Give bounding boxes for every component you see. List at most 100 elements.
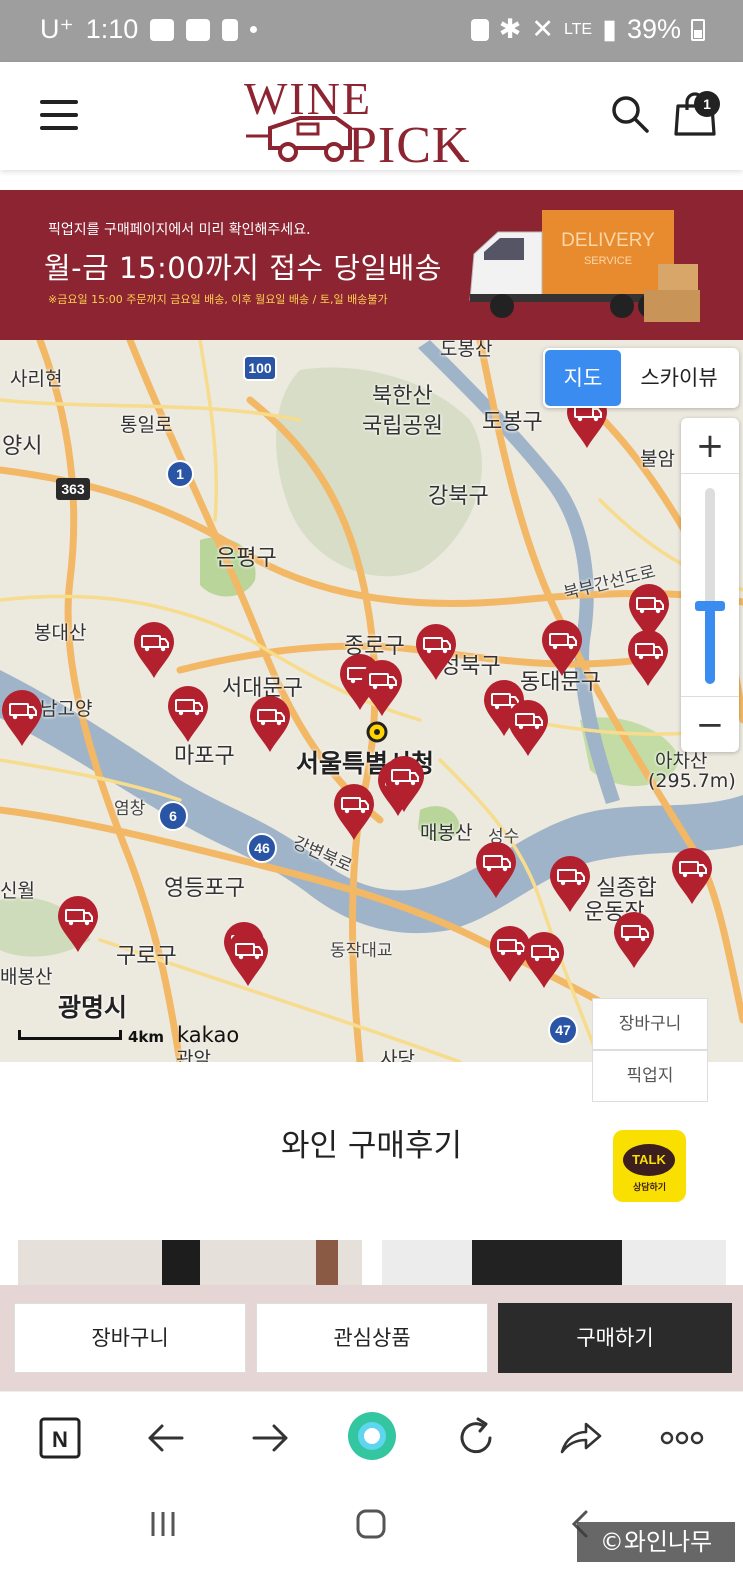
- zoom-in-button[interactable]: +: [681, 418, 739, 474]
- talk-icon: [150, 18, 175, 41]
- pickup-location-pin[interactable]: [548, 854, 592, 914]
- notification-icon: [222, 18, 239, 41]
- clock: 1:10: [85, 14, 139, 44]
- zoom-control: + −: [681, 418, 739, 752]
- status-right: ✱ ✕ LTE ▮ 39%: [470, 14, 705, 45]
- pickup-location-pin[interactable]: [0, 688, 44, 748]
- buy-now-button[interactable]: 구매하기: [498, 1303, 732, 1373]
- kakao-logo[interactable]: kakao: [177, 1023, 239, 1047]
- zoom-slider-handle[interactable]: [695, 601, 725, 611]
- reload-icon[interactable]: [452, 1414, 500, 1462]
- search-icon[interactable]: [610, 94, 650, 134]
- svg-text:100: 100: [248, 360, 272, 376]
- side-pickup-link[interactable]: 픽업지: [592, 1050, 708, 1102]
- pickup-location-pin[interactable]: [540, 618, 584, 678]
- wine-pick-logo[interactable]: WINE PICK: [240, 70, 504, 166]
- review-thumbnail[interactable]: [18, 1240, 362, 1290]
- svg-text:46: 46: [254, 840, 270, 856]
- share-icon[interactable]: [556, 1414, 604, 1462]
- map-label: 봉대산: [34, 622, 87, 644]
- map-label: 광명시: [58, 993, 128, 1022]
- banner-notice: 픽업지를 구매페이지에서 미리 확인해주세요.: [48, 222, 311, 238]
- map-label: 사리현: [10, 368, 63, 390]
- status-left: U⁺ 1:10: [40, 14, 258, 45]
- delivery-truck-image: DELIVERY SERVICE: [469, 210, 700, 322]
- naver-icon[interactable]: N: [36, 1414, 84, 1462]
- status-bar: U⁺ 1:10 ✱ ✕ LTE ▮ 39%: [0, 0, 743, 62]
- pickup-location-pin[interactable]: [626, 628, 670, 688]
- recent-apps-icon[interactable]: [148, 1509, 178, 1539]
- pickup-location-pin[interactable]: [474, 840, 518, 900]
- home-button-icon[interactable]: [355, 1508, 387, 1540]
- pickup-location-pin[interactable]: [670, 846, 714, 906]
- map-label: 통일로: [120, 414, 173, 436]
- pickup-location-pin[interactable]: [382, 754, 426, 814]
- map-label: 도봉산: [440, 340, 493, 360]
- truck-label-service: SERVICE: [584, 255, 632, 267]
- map-label: 불암: [640, 448, 675, 470]
- mute-icon: ✕: [531, 14, 554, 44]
- truck-label-delivery: DELIVERY: [561, 230, 655, 251]
- map-label: 국립공원: [362, 414, 443, 439]
- gallery-icon: [186, 18, 211, 41]
- map-label: 북한산: [372, 384, 433, 409]
- pickup-location-pin[interactable]: [56, 894, 100, 954]
- bluetooth-icon: ✱: [498, 14, 522, 44]
- browser-toolbar: N: [0, 1391, 743, 1483]
- tab-map[interactable]: 지도: [545, 350, 621, 406]
- delivery-banner[interactable]: 픽업지를 구매페이지에서 미리 확인해주세요. 월-금 15:00까지 접수 당…: [0, 190, 743, 340]
- add-to-cart-button[interactable]: 장바구니: [14, 1303, 246, 1373]
- pickup-location-pin[interactable]: [522, 930, 566, 990]
- cart-count-badge: 1: [694, 91, 720, 117]
- site-header: WINE PICK 1: [0, 62, 743, 170]
- map-label: 염창: [114, 799, 146, 819]
- svg-text:47: 47: [555, 1022, 571, 1038]
- signal-icon: ▮: [602, 14, 617, 44]
- map-label: 도봉구: [482, 410, 543, 435]
- pickup-location-pin[interactable]: [132, 620, 176, 680]
- zoom-out-button[interactable]: −: [681, 696, 739, 752]
- svg-text:6: 6: [169, 808, 177, 824]
- map-label: 남고양: [40, 698, 93, 720]
- lte-label: LTE: [563, 20, 593, 38]
- tab-skyview[interactable]: 스카이뷰: [621, 350, 737, 406]
- side-cart-link[interactable]: 장바구니: [592, 998, 708, 1050]
- talk-sub-label: 상담하기: [632, 1183, 667, 1193]
- svg-text:363: 363: [61, 481, 85, 497]
- talk-label: TALK: [623, 1144, 675, 1176]
- more-notifications-dot: [250, 26, 258, 33]
- banner-headline: 월-금 15:00까지 접수 당일배송: [44, 251, 442, 285]
- pickup-location-pin[interactable]: [166, 684, 210, 744]
- map-label: 동작대교: [330, 941, 393, 961]
- pickup-location-pin[interactable]: [248, 694, 292, 754]
- zoom-level-fill: [705, 607, 715, 684]
- pickup-location-pin[interactable]: [332, 782, 376, 842]
- wishlist-button[interactable]: 관심상품: [256, 1303, 488, 1373]
- sync-icon: [470, 18, 489, 41]
- map-label: 배봉산: [0, 966, 53, 988]
- pickup-location-pin[interactable]: [226, 928, 270, 988]
- menu-icon[interactable]: [40, 100, 78, 130]
- pickup-location-pin[interactable]: [360, 658, 404, 718]
- pickup-location-pin[interactable]: [414, 622, 458, 682]
- map-label: 신월: [0, 880, 35, 902]
- map-label: 매봉산: [420, 822, 473, 844]
- pickup-location-pin[interactable]: [506, 698, 550, 758]
- svg-text:N: N: [52, 1427, 68, 1452]
- home-orb-icon[interactable]: [344, 1408, 400, 1464]
- svg-text:PICK: PICK: [348, 117, 470, 166]
- map-label: 양시: [2, 434, 43, 459]
- map-scale-bar: [18, 1030, 122, 1040]
- pickup-location-pin[interactable]: [612, 910, 656, 970]
- forward-icon[interactable]: [246, 1414, 294, 1462]
- copyright-watermark: ©와인나무: [577, 1522, 735, 1562]
- map-label: 구로구: [116, 944, 177, 969]
- svg-text:1: 1: [176, 466, 184, 482]
- kakao-talk-button[interactable]: TALK 상담하기: [613, 1130, 686, 1202]
- more-icon[interactable]: [658, 1414, 706, 1462]
- map-scale-label: 4km: [128, 1028, 165, 1046]
- battery-percent: 39%: [626, 14, 681, 44]
- review-thumbnail[interactable]: [382, 1240, 726, 1290]
- pickup-map[interactable]: 100 363 1 6 46 47 사리현 도봉산 북한산 국립공원 도봉구 불…: [0, 340, 743, 1062]
- back-icon[interactable]: [142, 1414, 190, 1462]
